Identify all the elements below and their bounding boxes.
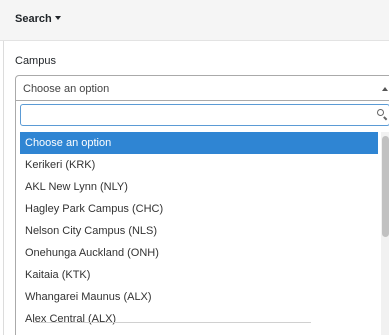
dropdown-option[interactable]: Nelson City Campus (NLS) [20,220,378,242]
scrollbar-thumb[interactable] [382,136,389,237]
dropdown-option[interactable]: Whangarei Maunus (ALX) [20,286,378,308]
dropdown-search-input[interactable] [20,104,389,126]
chevron-up-icon [382,87,388,91]
dropdown-option[interactable]: Choose an option [20,132,378,154]
search-toggle-label: Search [15,13,52,25]
campus-select-value: Choose an option [23,83,110,95]
dropdown-option[interactable]: Kerikeri (KRK) [20,154,378,176]
campus-dropdown: Choose an option Kerikeri (KRK) AKL New … [15,101,389,335]
dropdown-option[interactable]: AKL New Lynn (NLY) [20,176,378,198]
campus-select[interactable]: Choose an option [15,75,389,101]
dropdown-option[interactable]: Kaitaia (KTK) [20,264,378,286]
dropdown-option[interactable]: Onehunga Auckland (ONH) [20,242,378,264]
caret-down-icon [54,16,61,20]
campus-label: Campus [15,55,56,67]
search-toggle-button[interactable]: Search [15,13,61,25]
dropdown-scrollbar[interactable] [381,132,389,335]
divider [33,322,311,323]
search-icon [377,109,384,116]
dropdown-option[interactable]: Hagley Park Campus (CHC) [20,198,378,220]
dropdown-options-list: Choose an option Kerikeri (KRK) AKL New … [20,132,378,330]
dropdown-option[interactable]: Alex Central (ALX) [20,308,378,330]
search-panel-header: Search [0,0,389,41]
